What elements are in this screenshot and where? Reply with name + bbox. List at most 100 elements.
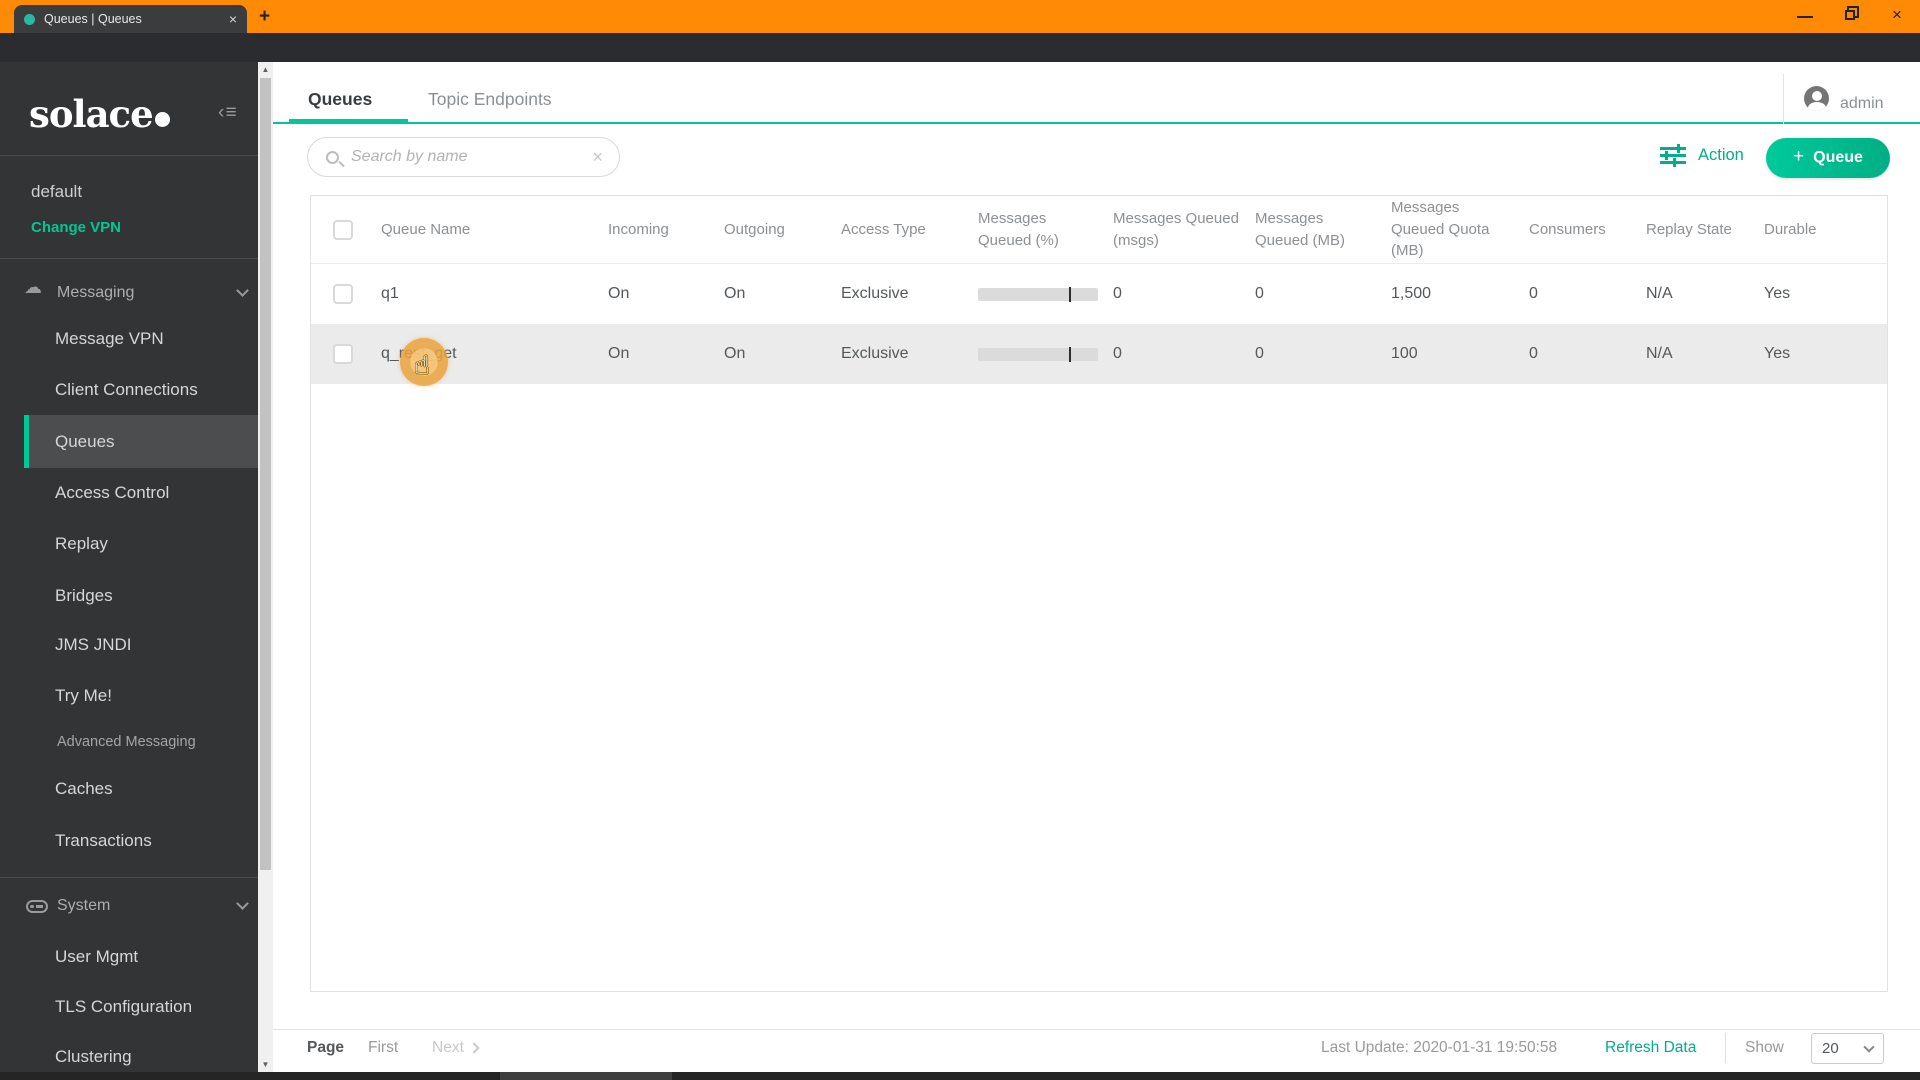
scroll-up-icon[interactable]: ▲ [258,65,273,74]
logged-in-user[interactable]: admin [1840,95,1884,113]
col-access-type[interactable]: Access Type [841,219,978,241]
sidebar-item-tls-configuration[interactable]: TLS Configuration [55,997,192,1017]
vpn-name: default [31,182,83,201]
header-divider [1783,74,1784,124]
col-outgoing[interactable]: Outgoing [724,219,841,241]
sidebar-item-transactions[interactable]: Transactions [55,831,152,851]
sidebar-divider [0,155,258,156]
first-page-button[interactable]: First [368,1039,398,1057]
taskbar-button [500,1072,672,1080]
search-icon [326,150,339,164]
select-chevron-icon [1863,1040,1875,1053]
tune-icon [1660,143,1686,167]
scroll-down-icon[interactable]: ▼ [258,1060,273,1069]
next-chevron-icon [468,1042,480,1054]
page-label: Page [307,1039,345,1056]
tab-queues[interactable]: Queues [308,89,372,110]
sidebar-divider [0,258,258,259]
browser-tab[interactable]: Queues | Queues × [14,5,247,33]
search-box[interactable]: × [307,137,620,177]
col-messages-queued-quota[interactable]: Messages Queued Quota (MB) [1391,197,1529,262]
change-vpn-link[interactable]: Change VPN [31,219,121,236]
tab-topic-endpoints[interactable]: Topic Endpoints [428,89,552,110]
browser-titlebar: Queues | Queues × + × [0,0,1920,33]
cursor-hand-icon: ☝ [414,351,430,381]
cell-consumers: 0 [1529,285,1538,302]
window-close-icon[interactable]: × [1888,6,1906,24]
window-maximize-icon[interactable] [1845,10,1855,20]
sidebar-section-messaging[interactable]: Messaging [57,284,134,302]
sidebar-item-client-connections[interactable]: Client Connections [55,380,198,400]
search-input[interactable] [351,148,585,166]
cell-replay-state: N/A [1646,345,1673,362]
col-incoming[interactable]: Incoming [608,219,724,241]
sidebar-scrollbar[interactable]: ▲ ▼ [258,62,273,1072]
cell-queued-msgs: 0 [1113,345,1122,362]
sidebar-item-clustering[interactable]: Clustering [55,1047,132,1067]
quota-marker [1069,286,1072,302]
sidebar-item-replay[interactable]: Replay [55,534,108,554]
col-durable[interactable]: Durable [1764,219,1887,241]
chevron-down-icon[interactable] [236,897,249,910]
action-button[interactable]: Action [1660,143,1744,167]
col-messages-queued-mb[interactable]: Messages Queued (MB) [1255,208,1391,252]
table-row[interactable]: q1 On On Exclusive 0 0 1,500 0 N/A Yes [311,264,1887,324]
col-messages-queued-pct[interactable]: Messages Queued (%) [978,208,1113,252]
sidebar-item-jms-jndi[interactable]: JMS JNDI [55,635,132,655]
col-consumers[interactable]: Consumers [1529,219,1646,241]
cell-queued-mb: 0 [1255,345,1264,362]
refresh-data-link[interactable]: Refresh Data [1605,1039,1696,1057]
sidebar-item-message-vpn[interactable]: Message VPN [55,329,164,349]
next-page-button: Next [432,1039,480,1057]
add-queue-button[interactable]: + Queue [1766,138,1890,178]
queued-pct-bar [978,346,1098,362]
cell-outgoing: On [724,285,746,302]
footer-divider [273,1029,1920,1030]
logo-dot [154,112,170,127]
sidebar-section-system[interactable]: System [57,897,110,915]
active-tab-underline [289,119,408,124]
cell-queued-quota: 100 [1391,345,1418,362]
sidebar-item-user-mgmt[interactable]: User Mgmt [55,947,138,967]
collapse-sidebar-icon[interactable]: ‹ ≡ [218,102,237,124]
scrollbar-thumb[interactable] [260,78,271,870]
window-minimize-icon[interactable] [1797,2,1813,18]
sidebar-item-try-me[interactable]: Try Me! [55,686,112,706]
browser-toolbar: i localhost:8080/#/msg-vpns/ZGVmYXVsdA==… [0,33,1920,92]
sidebar-item-bridges[interactable]: Bridges [55,586,113,606]
clear-search-icon[interactable]: × [592,147,603,168]
cell-queue-name[interactable]: q1 [381,285,608,303]
sidebar-item-caches[interactable]: Caches [55,779,113,799]
row-checkbox[interactable] [333,284,353,304]
user-icon[interactable] [1804,86,1829,111]
cell-replay-state: N/A [1646,285,1673,302]
col-replay-state[interactable]: Replay State [1646,219,1764,241]
col-messages-queued-msgs[interactable]: Messages Queued (msgs) [1113,208,1255,252]
col-queue-name[interactable]: Queue Name [381,219,608,241]
chevron-down-icon[interactable] [236,284,249,297]
cell-consumers: 0 [1529,345,1538,362]
queued-pct-bar [978,286,1098,302]
action-label: Action [1698,145,1744,164]
add-queue-label: Queue [1813,149,1863,166]
cell-queued-quota: 1,500 [1391,285,1432,302]
sidebar-item-queues[interactable]: Queues [55,432,115,452]
tab-title: Queues | Queues [44,12,142,26]
row-checkbox[interactable] [333,344,353,364]
sidebar: solace ‹ ≡ default Change VPN ☁ Messagin… [0,62,258,1072]
cell-durable: Yes [1764,285,1791,302]
system-icon [26,900,48,913]
sidebar-item-advanced-messaging[interactable]: Advanced Messaging [57,734,196,750]
tab-close-icon[interactable]: × [229,11,237,27]
taskbar-edge [0,1072,1920,1080]
new-tab-button[interactable]: + [259,6,270,28]
cell-outgoing: On [724,345,746,362]
table-header-row: Queue Name Incoming Outgoing Access Type… [311,196,1887,264]
sidebar-item-access-control[interactable]: Access Control [55,483,169,503]
page-size-select[interactable]: 20 [1811,1033,1884,1064]
cell-durable: Yes [1764,345,1791,362]
cell-access-type: Exclusive [841,285,909,302]
show-label: Show [1745,1039,1784,1056]
select-all-checkbox[interactable] [333,219,353,240]
table-row[interactable]: q_rest_get On On Exclusive 0 0 100 0 N/A… [311,324,1887,384]
